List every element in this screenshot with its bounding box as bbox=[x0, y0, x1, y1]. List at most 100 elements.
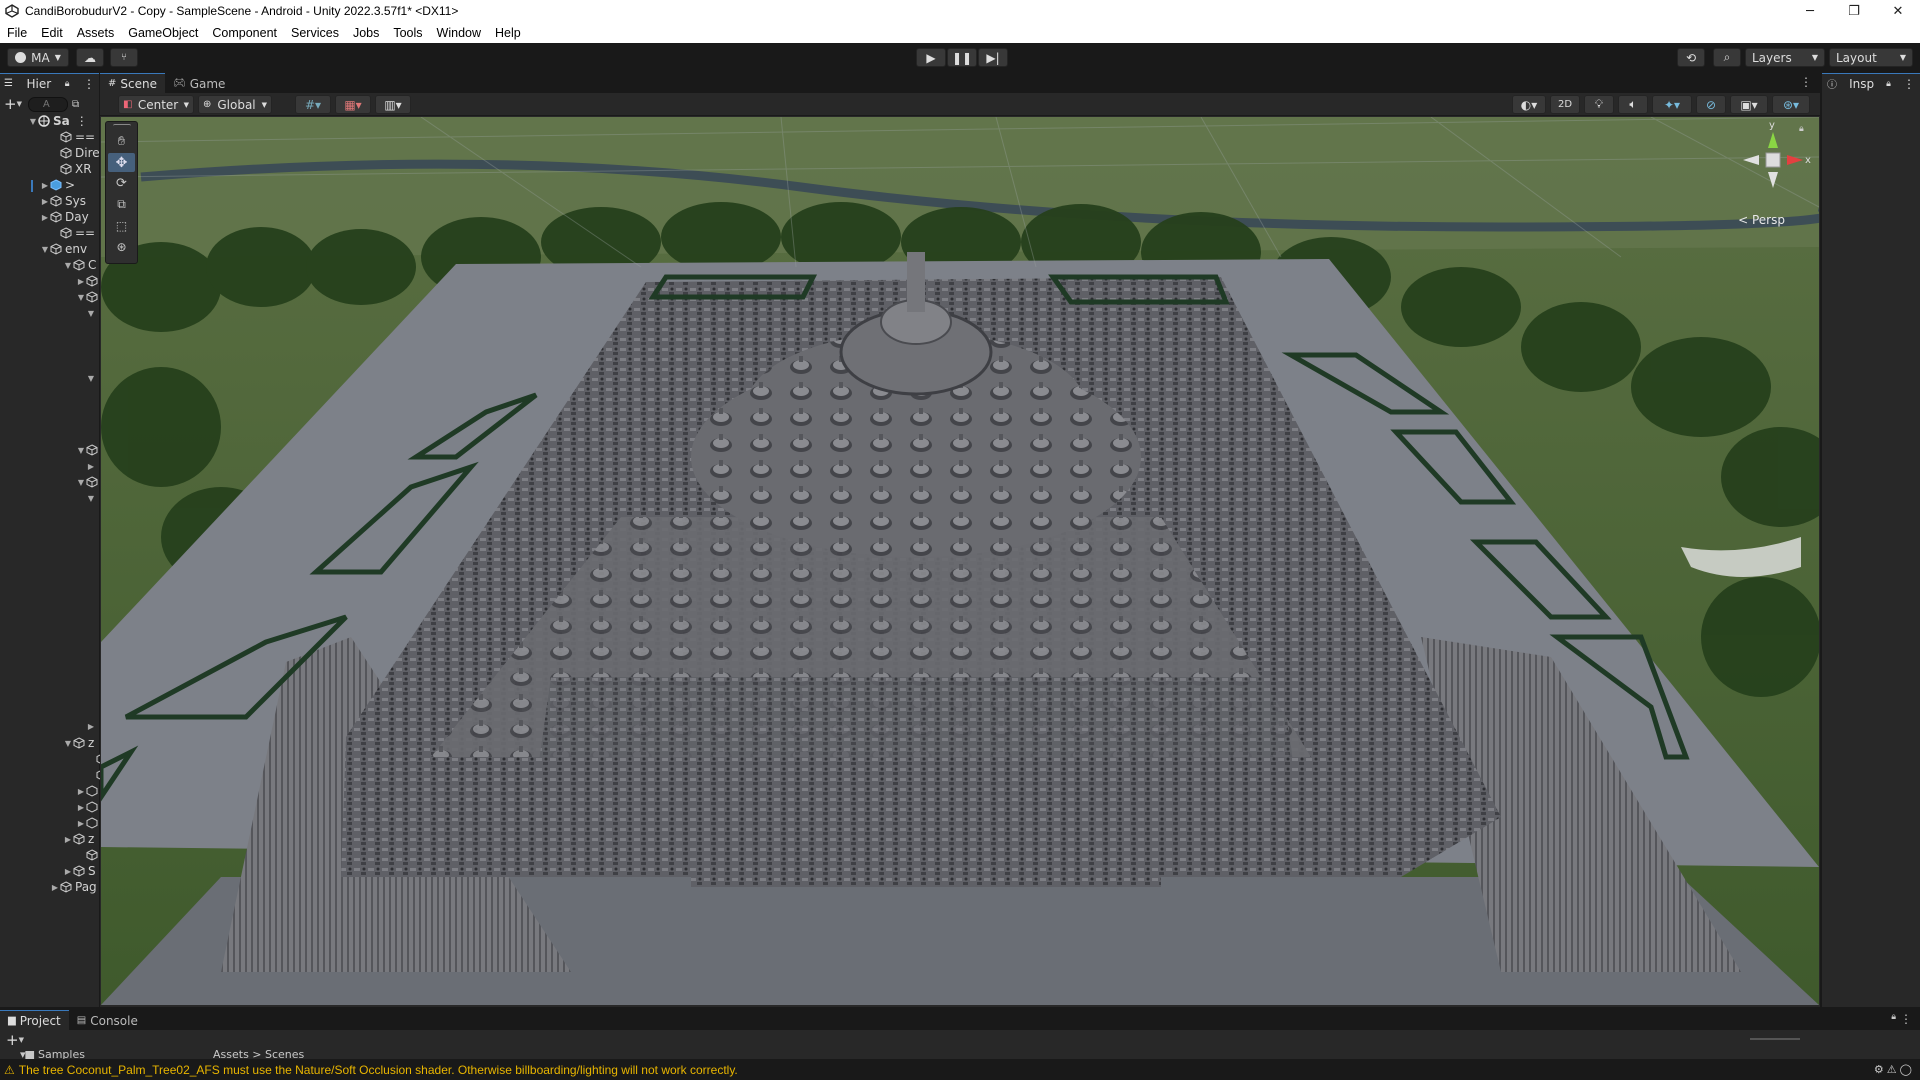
expand-arrow-icon[interactable]: ▶ bbox=[40, 181, 50, 190]
orientation-gizmo[interactable]: y x 🔒︎ bbox=[1733, 120, 1813, 212]
gizmos-dropdown[interactable]: ⊛▾ bbox=[1772, 95, 1810, 114]
tab-scene[interactable]: # Scene bbox=[100, 73, 165, 93]
tab-inspector[interactable]: ⓘ Insp 🔒︎ ⋮ bbox=[1822, 73, 1920, 93]
expand-arrow-icon[interactable]: ▶ bbox=[76, 787, 86, 796]
expand-arrow-icon[interactable]: ▼ bbox=[76, 446, 86, 455]
pivot-dropdown[interactable]: ◧ Center ▼ bbox=[118, 95, 194, 114]
mode-2d-button[interactable]: 2D bbox=[1550, 95, 1580, 114]
rect-tool-button[interactable]: ⬚ bbox=[108, 216, 135, 235]
more-icon[interactable]: ⋮ bbox=[1903, 77, 1915, 91]
bottom-panel: ▆ Project ▤ Console 🔒︎ ⋮ + ▼ ▾▆ Samples … bbox=[0, 1008, 1920, 1060]
status-bar[interactable]: ⚠ The tree Coconut_Palm_Tree02_AFS must … bbox=[0, 1059, 1920, 1080]
pause-button[interactable]: ❚❚ bbox=[947, 48, 977, 67]
menu-jobs[interactable]: Jobs bbox=[346, 26, 386, 40]
undo-history-button[interactable]: ⟲ bbox=[1677, 48, 1705, 67]
transform-tool-button[interactable]: ⊛ bbox=[108, 237, 135, 256]
expand-arrow-icon[interactable]: ▶ bbox=[76, 819, 86, 828]
chevron-down-icon: ▼ bbox=[54, 53, 61, 62]
expand-arrow-icon[interactable]: ▼ bbox=[86, 374, 96, 383]
hidden-objects-toggle[interactable]: ⊘ bbox=[1696, 95, 1726, 114]
audio-toggle[interactable]: 🔈︎ bbox=[1618, 95, 1648, 114]
minimize-button[interactable]: ─ bbox=[1788, 0, 1832, 22]
status-icons[interactable]: ⚙ ⚠ ◯ bbox=[1874, 1063, 1912, 1076]
increment-snap-button[interactable]: ▥▾ bbox=[375, 95, 411, 114]
expand-arrow-icon[interactable]: ▼ bbox=[28, 117, 38, 126]
hierarchy-item-label: Pag bbox=[75, 880, 97, 894]
layers-label: Layers bbox=[1752, 50, 1792, 65]
menu-tools[interactable]: Tools bbox=[386, 26, 429, 40]
scale-tool-button[interactable]: ⧉ bbox=[108, 195, 135, 214]
gizmo-globe-icon: ⊛▾ bbox=[1782, 97, 1800, 112]
close-button[interactable]: ✕ bbox=[1876, 0, 1920, 22]
expand-arrow-icon[interactable]: ▶ bbox=[63, 867, 73, 876]
menu-assets[interactable]: Assets bbox=[70, 26, 122, 40]
lighting-toggle[interactable]: 💡︎ bbox=[1584, 95, 1614, 114]
tab-hierarchy[interactable]: ☰ Hier 🔒︎ ⋮ bbox=[0, 73, 99, 93]
expand-arrow-icon[interactable]: ▶ bbox=[86, 462, 96, 471]
expand-arrow-icon[interactable]: ▶ bbox=[76, 277, 86, 286]
menu-window[interactable]: Window bbox=[430, 26, 488, 40]
expand-arrow-icon[interactable]: ▶ bbox=[40, 213, 50, 222]
more-icon[interactable]: ⋮ bbox=[76, 114, 88, 128]
expand-arrow-icon[interactable]: ▼ bbox=[76, 478, 86, 487]
hand-tool-button[interactable]: ✋︎ bbox=[108, 132, 135, 151]
draw-mode-button[interactable]: ◐▾ bbox=[1512, 95, 1546, 114]
more-icon[interactable]: ⋮ bbox=[1800, 75, 1812, 89]
account-button[interactable]: MA ▼ bbox=[7, 48, 69, 67]
expand-arrow-icon[interactable]: ▼ bbox=[86, 309, 96, 318]
transform-icon: ⊛ bbox=[116, 239, 127, 254]
cube-icon bbox=[86, 849, 98, 861]
zoom-slider[interactable] bbox=[1750, 1038, 1800, 1040]
tab-game[interactable]: 🎮︎ Game bbox=[164, 73, 234, 93]
tab-console[interactable]: ▤ Console bbox=[68, 1010, 146, 1030]
snap-button[interactable]: #▾ bbox=[295, 95, 331, 114]
search-button[interactable]: ⌕ bbox=[1713, 48, 1741, 67]
expand-arrow-icon[interactable]: ▶ bbox=[50, 883, 60, 892]
cloud-button[interactable]: ☁ bbox=[76, 48, 104, 67]
effects-dropdown[interactable]: ✦▾ bbox=[1652, 95, 1692, 114]
grid-button[interactable]: ▦▾ bbox=[335, 95, 371, 114]
expand-arrow-icon[interactable]: ▼ bbox=[63, 261, 73, 270]
gizmo-lock-icon[interactable]: 🔒︎ bbox=[1799, 124, 1804, 134]
more-icon[interactable]: ⋮ bbox=[1900, 1012, 1912, 1026]
tab-project[interactable]: ▆ Project bbox=[0, 1010, 69, 1030]
cube-icon bbox=[60, 881, 72, 893]
palette-handle-icon[interactable] bbox=[112, 124, 131, 130]
scene-visibility-icon[interactable]: ⧉ bbox=[72, 99, 79, 110]
add-icon[interactable]: + bbox=[4, 95, 17, 113]
layout-dropdown[interactable]: Layout ▼ bbox=[1829, 48, 1913, 67]
projection-label[interactable]: < Persp bbox=[1738, 213, 1785, 227]
menu-gameobject[interactable]: GameObject bbox=[121, 26, 205, 40]
expand-arrow-icon[interactable]: ▼ bbox=[40, 245, 50, 254]
window-title: CandiBorobudurV2 - Copy - SampleScene - … bbox=[25, 4, 459, 18]
camera-dropdown[interactable]: ▣▾ bbox=[1730, 95, 1768, 114]
expand-arrow-icon[interactable]: ▼ bbox=[86, 494, 96, 503]
menu-help[interactable]: Help bbox=[488, 26, 528, 40]
layers-dropdown[interactable]: Layers ▼ bbox=[1745, 48, 1825, 67]
add-icon[interactable]: + bbox=[6, 1031, 19, 1049]
maximize-button[interactable]: ❐ bbox=[1832, 0, 1876, 22]
menu-services[interactable]: Services bbox=[284, 26, 346, 40]
expand-arrow-icon[interactable]: ▶ bbox=[63, 835, 73, 844]
menu-component[interactable]: Component bbox=[205, 26, 284, 40]
expand-arrow-icon[interactable]: ▶ bbox=[76, 803, 86, 812]
menu-edit[interactable]: Edit bbox=[34, 26, 70, 40]
camera-icon: ▣▾ bbox=[1740, 97, 1758, 112]
expand-arrow-icon[interactable]: ▼ bbox=[63, 739, 73, 748]
bottom-tab-row: ▆ Project ▤ Console 🔒︎ ⋮ bbox=[0, 1009, 1920, 1030]
rotate-tool-button[interactable]: ⟳ bbox=[108, 174, 135, 193]
expand-arrow-icon[interactable]: ▶ bbox=[40, 197, 50, 206]
lock-icon[interactable]: 🔒︎ bbox=[1886, 79, 1891, 89]
step-button[interactable]: ▶| bbox=[978, 48, 1008, 67]
menu-file[interactable]: File bbox=[0, 26, 34, 40]
space-dropdown[interactable]: ⊕ Global ▼ bbox=[198, 95, 272, 114]
eye-slash-icon: ⊘ bbox=[1705, 97, 1717, 112]
lock-icon[interactable]: 🔒︎ bbox=[1891, 1012, 1896, 1022]
play-button[interactable]: ▶ bbox=[916, 48, 946, 67]
expand-arrow-icon[interactable]: ▶ bbox=[86, 722, 96, 731]
move-tool-button[interactable]: ✥ bbox=[108, 153, 135, 172]
hierarchy-search-input[interactable] bbox=[27, 96, 68, 112]
version-control-button[interactable]: ⑂ bbox=[110, 48, 138, 67]
expand-arrow-icon[interactable]: ▼ bbox=[76, 293, 86, 302]
scene-viewport[interactable]: y x 🔒︎ < Persp bbox=[101, 117, 1819, 1005]
